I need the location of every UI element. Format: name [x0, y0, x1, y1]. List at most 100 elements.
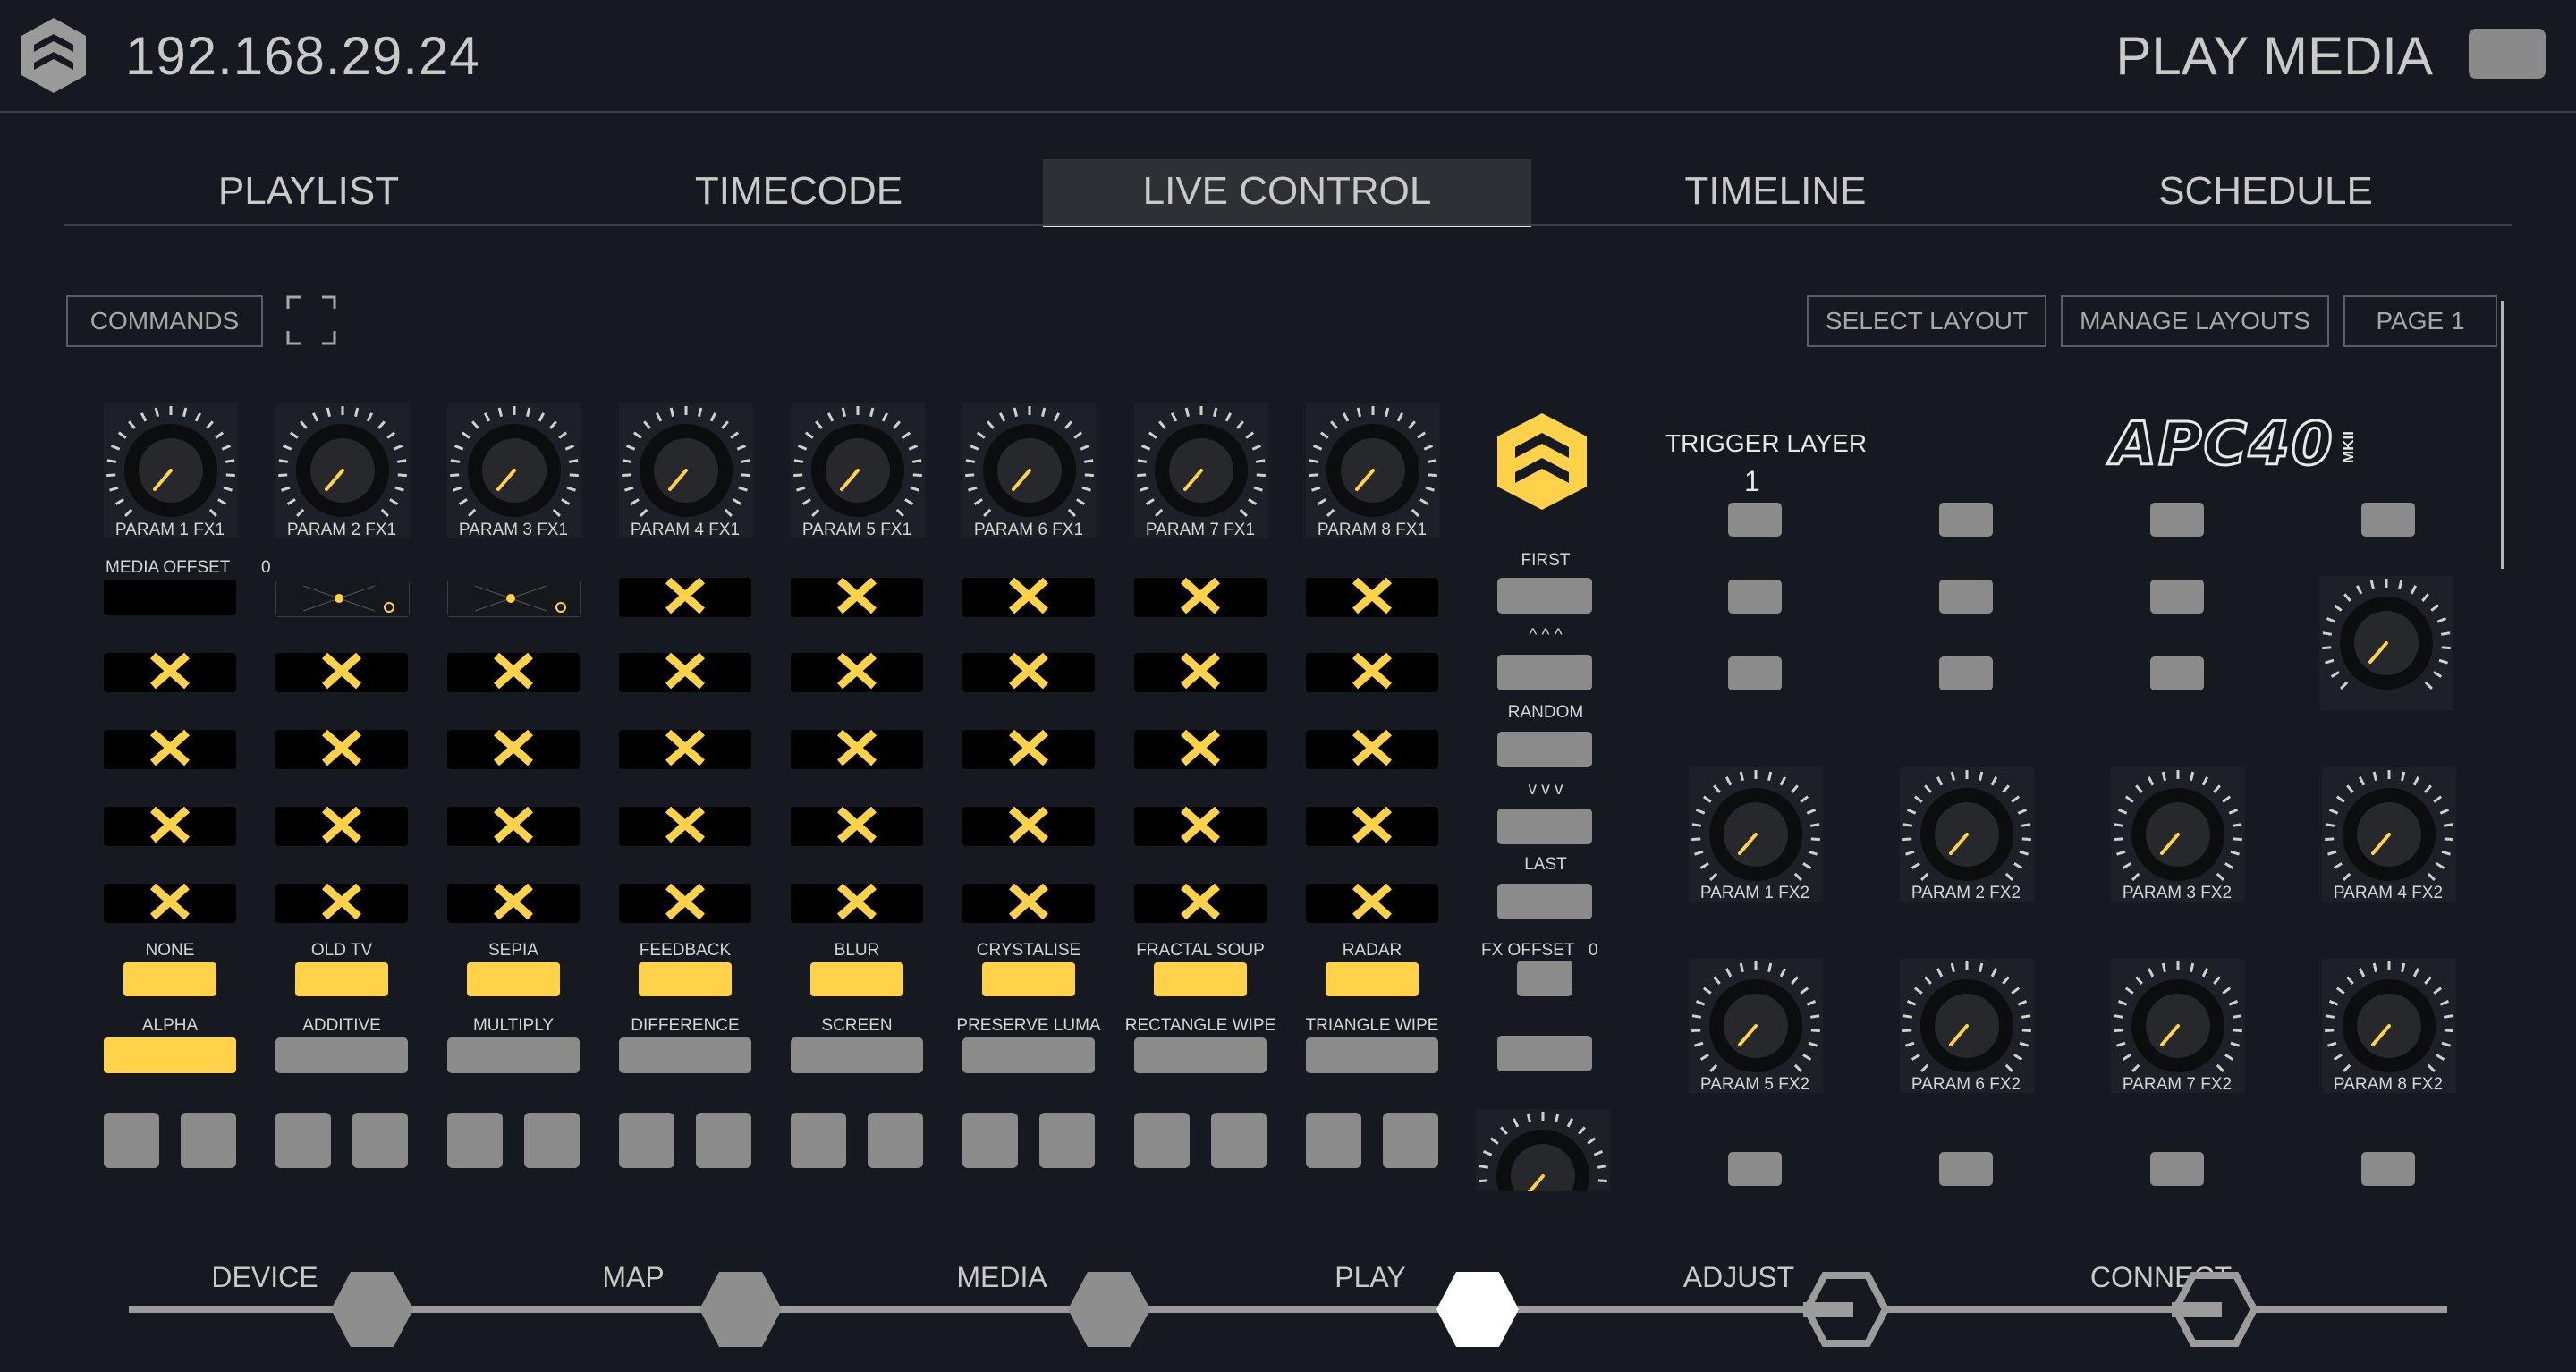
- effect-button-1[interactable]: [123, 962, 216, 996]
- tab-playlist[interactable]: PLAYLIST: [64, 159, 553, 224]
- knob-param-1-fx1[interactable]: [104, 403, 238, 538]
- nav-step-device-icon[interactable]: [329, 1270, 415, 1349]
- knob-param-4-fx2[interactable]: [2322, 767, 2456, 902]
- empty-slot[interactable]: [619, 578, 751, 617]
- bottom-pad[interactable]: [1939, 1152, 1993, 1186]
- knob-param-7-fx2[interactable]: [2111, 959, 2245, 1093]
- bottom-pad[interactable]: [2150, 1152, 2204, 1186]
- nav-step-connect-icon[interactable]: [2171, 1270, 2258, 1349]
- empty-slot[interactable]: [619, 653, 751, 692]
- grid-square-button[interactable]: [1211, 1113, 1267, 1168]
- select-layout-button[interactable]: SELECT LAYOUT: [1807, 295, 2046, 347]
- trigger-pad[interactable]: [1939, 656, 1993, 690]
- fullscreen-icon[interactable]: [286, 295, 336, 345]
- master-knob[interactable]: [2319, 576, 2453, 710]
- empty-slot[interactable]: [1306, 578, 1438, 617]
- knob-param-2-fx1[interactable]: [275, 403, 410, 538]
- empty-slot[interactable]: [962, 653, 1095, 692]
- empty-slot[interactable]: [275, 653, 408, 692]
- manage-layouts-button[interactable]: MANAGE LAYOUTS: [2061, 295, 2329, 347]
- effect-button-3[interactable]: [467, 962, 560, 996]
- knob-param-6-fx2[interactable]: [1900, 959, 2034, 1093]
- tab-timecode[interactable]: TIMECODE: [555, 159, 1043, 224]
- knob-param-6-fx1[interactable]: [962, 403, 1097, 538]
- commands-button[interactable]: COMMANDS: [66, 295, 263, 347]
- random-button[interactable]: [1497, 732, 1592, 767]
- empty-slot[interactable]: [619, 730, 751, 769]
- empty-slot[interactable]: [447, 653, 580, 692]
- grid-square-button[interactable]: [275, 1113, 331, 1168]
- effect-button-8[interactable]: [1326, 962, 1419, 996]
- empty-slot[interactable]: [1134, 578, 1267, 617]
- knob-param-5-fx2[interactable]: [1689, 959, 1823, 1093]
- blend-button-6[interactable]: [962, 1037, 1095, 1073]
- scrollbar[interactable]: [2501, 301, 2504, 569]
- empty-slot[interactable]: [791, 578, 923, 617]
- empty-slot[interactable]: [1306, 884, 1438, 923]
- trigger-pad[interactable]: [2150, 656, 2204, 690]
- knob-param-3-fx2[interactable]: [2111, 767, 2245, 902]
- trigger-pad[interactable]: [1939, 580, 1993, 614]
- grid-square-button[interactable]: [181, 1113, 236, 1168]
- grid-square-button[interactable]: [524, 1113, 580, 1168]
- knob-param-2-fx2[interactable]: [1900, 767, 2034, 902]
- effect-button-6[interactable]: [982, 962, 1075, 996]
- first-button[interactable]: [1497, 578, 1592, 614]
- knob-param-5-fx1[interactable]: [791, 403, 925, 538]
- up-button[interactable]: [1497, 655, 1592, 690]
- empty-slot[interactable]: [104, 884, 236, 923]
- blend-button-5[interactable]: [791, 1037, 923, 1073]
- grid-square-button[interactable]: [447, 1113, 503, 1168]
- trigger-pad[interactable]: [2150, 503, 2204, 537]
- empty-slot[interactable]: [275, 730, 408, 769]
- knob-param-3-fx1[interactable]: [447, 403, 581, 538]
- side-extra-button[interactable]: [1497, 1036, 1592, 1071]
- empty-slot[interactable]: [104, 807, 236, 846]
- trigger-pad[interactable]: [1939, 503, 1993, 537]
- empty-slot[interactable]: [962, 884, 1095, 923]
- grid-square-button[interactable]: [104, 1113, 159, 1168]
- empty-slot[interactable]: [619, 807, 751, 846]
- empty-slot[interactable]: [1134, 653, 1267, 692]
- blend-button-3[interactable]: [447, 1037, 580, 1073]
- tab-timeline[interactable]: TIMELINE: [1531, 159, 2020, 224]
- grid-square-button[interactable]: [1383, 1113, 1438, 1168]
- down-button[interactable]: [1497, 809, 1592, 844]
- bottom-pad[interactable]: [1728, 1152, 1782, 1186]
- knob-param-8-fx1[interactable]: [1306, 403, 1440, 538]
- knob-param-8-fx2[interactable]: [2322, 959, 2456, 1093]
- empty-slot[interactable]: [962, 578, 1095, 617]
- trigger-pad[interactable]: [1728, 656, 1782, 690]
- wb-logo-icon[interactable]: [18, 16, 89, 95]
- trigger-pad[interactable]: [1728, 580, 1782, 614]
- blend-button-7[interactable]: [1134, 1037, 1267, 1073]
- empty-slot[interactable]: [447, 730, 580, 769]
- empty-slot[interactable]: [619, 884, 751, 923]
- empty-slot[interactable]: [447, 807, 580, 846]
- empty-slot[interactable]: [1134, 807, 1267, 846]
- grid-square-button[interactable]: [619, 1113, 674, 1168]
- empty-slot[interactable]: [1134, 730, 1267, 769]
- fx-offset-button[interactable]: [1517, 961, 1572, 996]
- empty-slot[interactable]: [962, 730, 1095, 769]
- last-button[interactable]: [1497, 884, 1592, 919]
- side-knob[interactable]: [1476, 1109, 1610, 1191]
- knob-param-4-fx1[interactable]: [619, 403, 753, 538]
- nav-step-map-icon[interactable]: [698, 1270, 784, 1349]
- grid-square-button[interactable]: [962, 1113, 1018, 1168]
- tab-live-control[interactable]: LIVE CONTROL: [1043, 159, 1531, 227]
- blend-button-2[interactable]: [275, 1037, 408, 1073]
- trigger-pad[interactable]: [2361, 503, 2415, 537]
- media-thumbnail[interactable]: [275, 580, 410, 617]
- grid-square-button[interactable]: [1306, 1113, 1361, 1168]
- nav-step-adjust-icon[interactable]: [1802, 1270, 1890, 1349]
- effect-button-7[interactable]: [1154, 962, 1247, 996]
- empty-slot[interactable]: [447, 884, 580, 923]
- trigger-pad[interactable]: [1728, 503, 1782, 537]
- effect-button-4[interactable]: [639, 962, 732, 996]
- grid-square-button[interactable]: [696, 1113, 751, 1168]
- nav-step-play-icon[interactable]: [1435, 1270, 1521, 1349]
- media-offset-slot[interactable]: [104, 580, 236, 615]
- empty-slot[interactable]: [104, 653, 236, 692]
- empty-slot[interactable]: [1306, 807, 1438, 846]
